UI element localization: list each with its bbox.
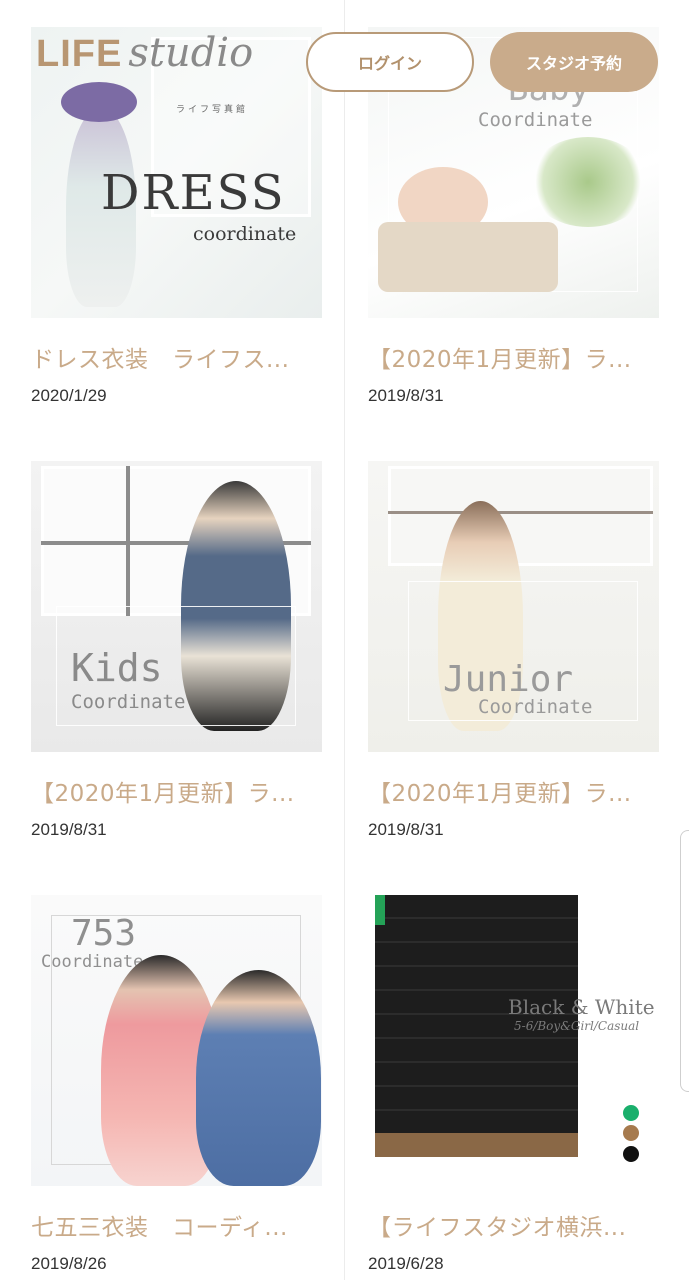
logo-script-text: studio — [128, 30, 254, 76]
card-title[interactable]: 七五三衣装 コーディ... — [31, 1208, 322, 1242]
flowers-decor — [528, 137, 648, 227]
blog-card[interactable]: 753 Coordinate 七五三衣装 コーディ... 2019/8/26 — [31, 895, 322, 1274]
thumb-main-text: 753 — [71, 913, 137, 954]
thumb-main-text: Black & White — [508, 995, 655, 1019]
card-thumbnail[interactable]: Kids Coordinate — [31, 461, 322, 752]
edge-panel-handle[interactable] — [680, 830, 689, 1092]
site-logo[interactable]: LIFE studio ライフ写真館 — [36, 30, 254, 115]
card-title[interactable]: 【2020年1月更新】ラ... — [368, 774, 659, 808]
card-date: 2019/8/31 — [31, 820, 107, 839]
card-title[interactable]: 【2020年1月更新】ラ... — [31, 774, 322, 808]
child-figure — [393, 910, 503, 1180]
card-thumbnail[interactable]: 753 Coordinate — [31, 895, 322, 1186]
thumb-sub-text: Coordinate — [478, 109, 593, 131]
card-date: 2019/6/28 — [368, 1254, 444, 1273]
color-swatch-black[interactable] — [623, 1146, 639, 1162]
plant-decor — [375, 895, 385, 925]
basket-decor — [378, 222, 558, 292]
card-date: 2019/8/31 — [368, 820, 444, 839]
thumb-sub-text: Coordinate — [41, 952, 144, 972]
card-thumbnail[interactable]: Black & White 5-6/Boy&Girl/Casual — [368, 895, 659, 1186]
thumb-sub-text: 5-6/Boy&Girl/Casual — [514, 1019, 640, 1033]
blog-card[interactable]: Black & White 5-6/Boy&Girl/Casual 【ライフスタ… — [368, 895, 659, 1274]
window-decor — [388, 466, 653, 566]
card-title[interactable]: 【2020年1月更新】ラ... — [368, 340, 659, 374]
card-title[interactable]: ドレス衣装 ライフス... — [31, 340, 322, 374]
blog-card[interactable]: DRESS coordinate ドレス衣装 ライフス... 2020/1/29 — [31, 27, 322, 406]
blog-card[interactable]: Kids Coordinate 【2020年1月更新】ラ... 2019/8/3… — [31, 461, 322, 840]
logo-main-text: LIFE — [36, 33, 123, 75]
blog-card[interactable]: Junior Coordinate 【2020年1月更新】ラ... 2019/8… — [368, 461, 659, 840]
thumb-main-text: Kids — [71, 646, 163, 690]
thumb-sub-text: Coordinate — [478, 696, 593, 718]
login-button[interactable]: ログイン — [306, 32, 474, 92]
thumb-sub-text: coordinate — [193, 223, 297, 245]
logo-subtitle: ライフ写真館 — [176, 105, 249, 115]
card-date: 2019/8/31 — [368, 386, 444, 405]
card-date: 2019/8/26 — [31, 1254, 107, 1273]
hat-decor — [61, 82, 137, 122]
studio-reservation-button[interactable]: スタジオ予約 — [490, 32, 658, 92]
boy-figure — [196, 970, 321, 1186]
window-frame — [388, 511, 653, 514]
color-swatch-green[interactable] — [623, 1105, 639, 1121]
thumb-main-text: DRESS — [101, 165, 286, 221]
blog-card-grid: DRESS coordinate ドレス衣装 ライフス... 2020/1/29… — [0, 0, 689, 1280]
card-title[interactable]: 【ライフスタジオ横浜... — [368, 1208, 659, 1242]
card-date: 2020/1/29 — [31, 386, 107, 405]
color-swatch-brown[interactable] — [623, 1125, 639, 1141]
thumb-main-text: Junior — [443, 659, 574, 700]
card-thumbnail[interactable]: Junior Coordinate — [368, 461, 659, 752]
thumb-sub-text: Coordinate — [71, 691, 186, 713]
column-divider — [344, 0, 345, 1280]
